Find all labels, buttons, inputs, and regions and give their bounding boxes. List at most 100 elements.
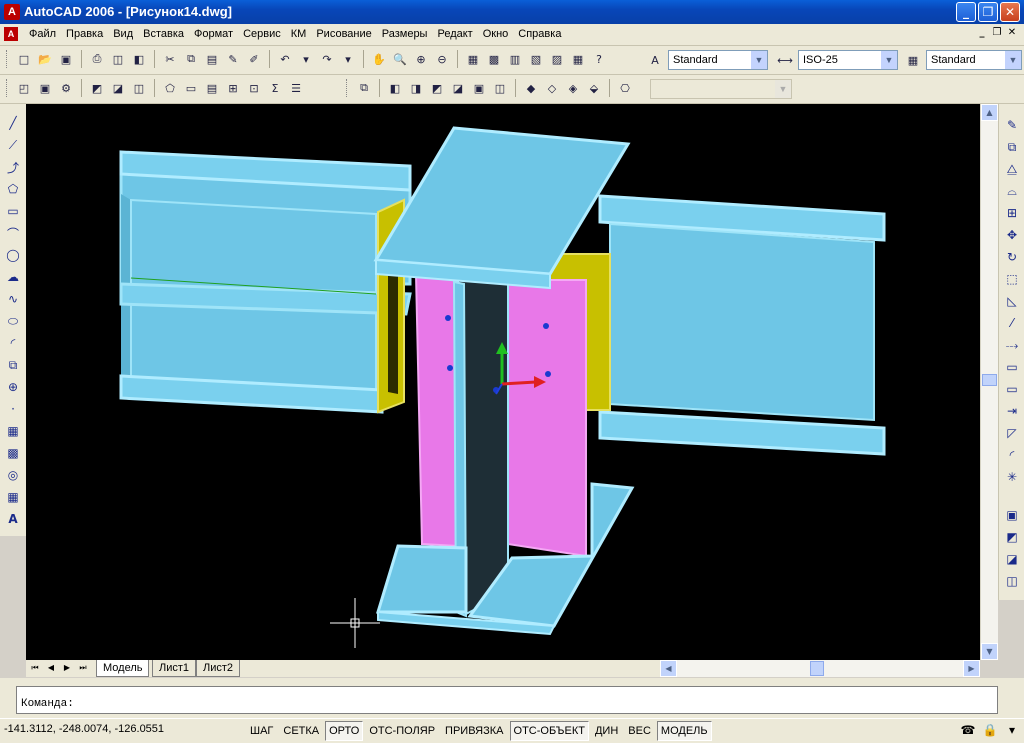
zoom-window-icon[interactable]: ⊕	[412, 50, 430, 68]
model-toggle[interactable]: МОДЕЛЬ	[656, 721, 712, 741]
rotate-icon[interactable]: ↻	[1003, 248, 1021, 266]
table-icon[interactable]: ▦	[4, 488, 22, 506]
zoom-previous-icon[interactable]: ⊖	[433, 50, 451, 68]
mirror-icon[interactable]: ⧋	[1003, 160, 1021, 178]
open-icon[interactable]: 📂	[36, 50, 54, 68]
pan-icon[interactable]: ✋	[370, 50, 388, 68]
layer-previous-icon[interactable]: ◫	[130, 79, 148, 97]
line-icon[interactable]: ╱	[4, 114, 22, 132]
match-properties-icon[interactable]: ✎	[224, 50, 242, 68]
close-button[interactable]: ✕	[1000, 2, 1020, 22]
sheet-set-icon[interactable]: ▧	[527, 50, 545, 68]
image-icon[interactable]: ▭	[182, 79, 200, 97]
new-icon[interactable]: □	[15, 50, 33, 68]
communication-center-icon[interactable]: ☎	[960, 722, 976, 738]
sum-icon[interactable]: Σ	[266, 79, 284, 97]
paste-icon[interactable]: ▤	[203, 50, 221, 68]
lock-icon[interactable]: 🔒	[982, 722, 998, 738]
named-view-select[interactable]: ▼	[650, 79, 792, 99]
gear-icon[interactable]: ⚙	[57, 79, 75, 97]
last-tab-icon[interactable]: ⏭	[76, 661, 90, 675]
osnap-toggle[interactable]: ПРИВЯЗКА	[441, 721, 507, 741]
menu-dimension[interactable]: Размеры	[377, 28, 433, 40]
command-line[interactable]: Команда:	[16, 686, 998, 714]
menu-window[interactable]: Окно	[478, 28, 514, 40]
dyn-toggle[interactable]: ДИН	[591, 721, 622, 741]
stretch-icon[interactable]: ◺	[1003, 292, 1021, 310]
toolbar-grip[interactable]	[6, 50, 10, 68]
table-style-icon[interactable]: ▦	[904, 51, 922, 69]
tab-layout2[interactable]: Лист2	[196, 660, 241, 677]
snap-toggle[interactable]: ШАГ	[246, 721, 277, 741]
se-iso-icon[interactable]: ◇	[543, 79, 561, 97]
text-style-select[interactable]: Standard ▼	[668, 50, 768, 70]
gradient-icon[interactable]: ▩	[4, 444, 22, 462]
chevron-down-icon[interactable]: ▾	[1004, 722, 1020, 738]
first-tab-icon[interactable]: ⏮	[28, 661, 42, 675]
coordinates-readout[interactable]: -141.3112, -248.0074, -126.0551	[4, 723, 164, 735]
array-object-icon[interactable]: ⊞	[1003, 204, 1021, 222]
chevron-down-icon[interactable]: ▼	[1005, 51, 1021, 69]
cut-icon[interactable]: ✂	[161, 50, 179, 68]
chamfer-icon[interactable]: ◸	[1003, 424, 1021, 442]
move-icon[interactable]: ✥	[1003, 226, 1021, 244]
scroll-up-icon[interactable]: ▲	[981, 104, 998, 121]
ne-iso-icon[interactable]: ◈	[564, 79, 582, 97]
break-icon[interactable]: ▭	[1003, 380, 1021, 398]
horizontal-scrollbar[interactable]: ◀ ▶	[660, 660, 980, 677]
doc-restore-button[interactable]: ❐	[991, 27, 1003, 39]
trim-icon[interactable]: ⁄	[1003, 314, 1021, 332]
ellipse-icon[interactable]: ⬭	[4, 312, 22, 330]
left-view-icon[interactable]: ◩	[428, 79, 446, 97]
save-icon[interactable]: ▣	[57, 50, 75, 68]
send-under-icon[interactable]: ◫	[1003, 572, 1021, 590]
polygon-icon[interactable]: ⬠	[4, 180, 22, 198]
minimize-button[interactable]: _	[956, 2, 976, 22]
lineweight-toggle[interactable]: ВЕС	[624, 721, 655, 741]
tool-palettes-icon[interactable]: ▥	[506, 50, 524, 68]
menu-insert[interactable]: Вставка	[138, 28, 189, 40]
menu-tools[interactable]: Сервис	[238, 28, 286, 40]
top-view-icon[interactable]: ◧	[386, 79, 404, 97]
frame-icon[interactable]: ▤	[203, 79, 221, 97]
tab-layout1[interactable]: Лист1	[152, 660, 197, 677]
document-icon[interactable]: A	[4, 27, 18, 41]
hatch-icon[interactable]: ▦	[4, 422, 22, 440]
vertical-scrollbar[interactable]: ▲ ▼	[980, 104, 998, 660]
toolbar-grip[interactable]	[6, 79, 10, 97]
break-at-point-icon[interactable]: ▭	[1003, 358, 1021, 376]
otrack-toggle[interactable]: ОТС-ОБЪЕКТ	[509, 721, 589, 741]
grid-icon[interactable]: ⊞	[224, 79, 242, 97]
chevron-down-icon[interactable]: ▼	[881, 51, 897, 69]
plot-preview-icon[interactable]: ◫	[109, 50, 127, 68]
ellipse-arc-icon[interactable]: ◜	[4, 334, 22, 352]
draw-order-icon[interactable]: ◰	[15, 79, 33, 97]
right-view-icon[interactable]: ◪	[449, 79, 467, 97]
revision-cloud-icon[interactable]: ☁	[4, 268, 22, 286]
arc-icon[interactable]: ⌒	[4, 224, 22, 242]
fillet-icon[interactable]: ◜	[1003, 446, 1021, 464]
table-style-select[interactable]: Standard ▼	[926, 50, 1022, 70]
menu-view[interactable]: Вид	[108, 28, 138, 40]
polyline-icon[interactable]: ⤴	[4, 158, 22, 176]
bring-above-icon[interactable]: ◪	[1003, 550, 1021, 568]
publish-icon[interactable]: ◧	[130, 50, 148, 68]
restore-button[interactable]: ❐	[978, 2, 998, 22]
rectangle-icon[interactable]: ▭	[4, 202, 22, 220]
menu-draw[interactable]: Рисование	[311, 28, 376, 40]
dim-style-icon[interactable]: ⟷	[776, 51, 794, 69]
doc-minimize-button[interactable]: _	[976, 27, 988, 39]
grid-toggle[interactable]: СЕТКА	[279, 721, 323, 741]
undo-dropdown-icon[interactable]: ▾	[297, 50, 315, 68]
nw-iso-icon[interactable]: ⬙	[585, 79, 603, 97]
copy-object-icon[interactable]: ⧉	[1003, 138, 1021, 156]
menu-help[interactable]: Справка	[513, 28, 566, 40]
zoom-realtime-icon[interactable]: 🔍	[391, 50, 409, 68]
block-editor-icon[interactable]: ✐	[245, 50, 263, 68]
layer-states-icon[interactable]: ◪	[109, 79, 127, 97]
text-style-icon[interactable]: A	[646, 51, 664, 69]
dim-style-select[interactable]: ISO-25 ▼	[798, 50, 898, 70]
scroll-thumb[interactable]	[982, 374, 997, 386]
scale-icon[interactable]: ⬚	[1003, 270, 1021, 288]
back-view-icon[interactable]: ◫	[491, 79, 509, 97]
